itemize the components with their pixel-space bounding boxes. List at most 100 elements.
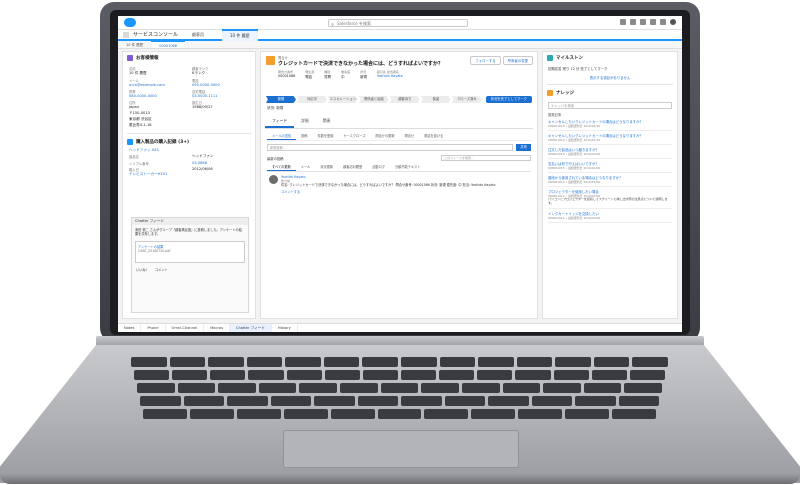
milestone-link[interactable]: 表示する項目がありません xyxy=(543,75,677,80)
publisher-tab[interactable]: メールの送信 xyxy=(267,132,297,140)
feed-search-input[interactable]: このフィードを検索... xyxy=(441,155,531,161)
publisher-tab[interactable]: 問合せ xyxy=(400,132,420,140)
global-search-input[interactable]: ⚲ Salesforce を検索 xyxy=(328,19,468,27)
gear-icon[interactable] xyxy=(650,19,656,25)
post-input[interactable]: 新規投稿... xyxy=(267,144,514,151)
knowledge-label: 推奨記事 xyxy=(548,113,562,118)
keyboard-key xyxy=(143,409,187,419)
publisher-tab[interactable]: 問合せの更新 xyxy=(370,132,399,140)
case-path: 新規 対応中 エスカレーション 関係者と協議 顧客待ち 保留 クローズ済み 状況… xyxy=(266,96,532,103)
keyboard-key xyxy=(401,370,437,380)
feed-filter-row: 最新の投稿 このフィードを検索... xyxy=(267,155,531,161)
feed-type[interactable]: メール xyxy=(296,163,316,171)
comment-button[interactable]: コメント xyxy=(155,267,168,272)
knowledge-article[interactable]: プロジェクターを使用したい場合 000001012 • 最終更新日 2016/0… xyxy=(548,189,672,209)
knowledge-header: ナレッジ xyxy=(543,87,677,99)
app-launcher-icon[interactable] xyxy=(123,31,129,38)
status-line: 状況: 新規 xyxy=(267,106,284,110)
path-step[interactable]: 保留 xyxy=(420,96,451,103)
keyboard-key xyxy=(593,357,630,367)
product-link[interactable]: ヘッドファン 043 xyxy=(129,148,249,153)
path-step[interactable]: 新規 xyxy=(266,96,296,103)
knowledge-icon xyxy=(547,90,553,97)
utility-phone[interactable]: Phone xyxy=(141,323,166,332)
knowledge-article[interactable]: 注文した製品はいつ届きますか？ 000001016 • 最終更新日 2016/0… xyxy=(548,147,672,160)
knowledge-article[interactable]: キャンセルしたいクレジットカードの場合はどうなりますか？ 000001018 •… xyxy=(548,119,672,132)
utility-history[interactable]: History xyxy=(272,323,298,332)
keyboard-key xyxy=(362,370,398,380)
mark-complete-button[interactable]: 状況を完了としてマーク xyxy=(485,96,532,103)
keyboard-key xyxy=(424,409,469,419)
product-link-2[interactable]: テレビストーカーH101 xyxy=(129,172,249,177)
email-link[interactable]: a.iro@example.com xyxy=(129,83,186,87)
record-tabs: フィード 詳細 関連 xyxy=(265,116,533,129)
workspace-subtabs: 10 件 履歴 00001066 xyxy=(118,41,682,49)
avatar[interactable] xyxy=(269,175,278,184)
keyboard-key xyxy=(286,370,322,380)
publisher-tab[interactable]: 件数を登録 xyxy=(313,132,339,140)
keyboard-key xyxy=(591,370,627,380)
salesforce-logo-icon[interactable] xyxy=(124,18,136,27)
star-icon[interactable] xyxy=(620,19,626,25)
nav-item[interactable]: 顧客用 xyxy=(192,32,204,38)
utility-bar: Notes Phone Omni-Channel Macros Chatter … xyxy=(118,323,682,332)
divider xyxy=(547,84,673,86)
subtab-case[interactable]: 00001066 xyxy=(151,41,186,48)
knowledge-article[interactable]: キャンセルしたいクレジットカードの場合はどうなりますか？ 000001019 •… xyxy=(548,133,672,146)
like-button[interactable]: いいね! xyxy=(136,267,147,272)
knowledge-search-input[interactable]: ナレッジを検索 xyxy=(548,102,672,110)
feed-type[interactable]: 状況更新 xyxy=(315,163,338,171)
knowledge-article[interactable]: 普段から使用されている場合はどうなりますか？ 000001014 • 最終更新日… xyxy=(548,175,672,188)
publisher-tab[interactable]: 投稿 xyxy=(296,132,312,140)
feed-type[interactable]: 活動ログ xyxy=(367,163,390,171)
tab-related[interactable]: 関連 xyxy=(316,116,338,128)
home-phone-link[interactable]: 03-0000-1111 xyxy=(192,94,249,98)
utility-chatter[interactable]: Chatter フィード xyxy=(229,323,272,332)
mobile-link[interactable]: 080-0000-0000 xyxy=(129,94,186,98)
keyboard-key xyxy=(618,396,659,406)
avatar[interactable] xyxy=(670,19,676,25)
bell-icon[interactable] xyxy=(660,19,666,25)
share-button[interactable]: 共有 xyxy=(516,144,531,151)
keyboard-key xyxy=(565,409,610,419)
path-step[interactable]: 顧客待ち xyxy=(389,96,420,103)
tab-feed[interactable]: フィード xyxy=(265,116,295,128)
path-step[interactable]: クローズ済み xyxy=(451,96,482,103)
utility-omni-channel[interactable]: Omni-Channel xyxy=(166,323,205,332)
keyboard-key xyxy=(624,383,662,393)
laptop-front-edge xyxy=(0,474,800,484)
sort-dropdown[interactable]: 最新の投稿 xyxy=(267,156,283,161)
publisher-tab[interactable]: ケースクローズ xyxy=(338,132,370,140)
follow-button[interactable]: フォローする xyxy=(470,56,501,65)
comment-link[interactable]: コメントする xyxy=(281,190,495,194)
publisher-tab[interactable]: 電話を掛ける xyxy=(419,132,448,140)
keyboard-key xyxy=(218,383,256,393)
utility-notes[interactable]: Notes xyxy=(118,323,142,332)
path-step[interactable]: 対応中 xyxy=(296,96,327,103)
publisher: 新規投稿... 共有 xyxy=(267,144,531,151)
utility-macros[interactable]: Macros xyxy=(204,323,230,332)
feed-type[interactable]: 分類不能テキスト xyxy=(390,163,425,171)
keyboard-key xyxy=(380,383,419,393)
help-icon[interactable] xyxy=(640,19,646,25)
keyboard-key xyxy=(169,357,206,367)
keyboard-key xyxy=(502,383,541,393)
keyboard-key xyxy=(518,409,563,419)
path-step[interactable]: エスカレーション xyxy=(327,96,358,103)
tab-details[interactable]: 詳細 xyxy=(294,116,316,128)
path-step[interactable]: 関係者と協議 xyxy=(358,96,389,103)
knowledge-article[interactable]: インクカートリッジを交換したい 000001011 • 最終更新日 2016/0… xyxy=(548,211,672,223)
knowledge-article[interactable]: 支払いは何で行えばいいですか？ 000001015 • 最終更新日 2016/0… xyxy=(548,161,672,174)
feed-type[interactable]: すべての更新 xyxy=(267,163,296,171)
mini-attachment[interactable]: アンケートの結果 CASE_20160720.pdf xyxy=(135,241,245,264)
feed-type[interactable]: 顧客応対履歴 xyxy=(338,163,367,171)
subtab-history[interactable]: 10 件 履歴 xyxy=(118,41,151,48)
phone-link[interactable]: 090-0000-0000 xyxy=(192,83,249,87)
nav-tab-active[interactable]: 10 件 履歴 xyxy=(222,28,258,41)
product-record: ヘッドファン 043 製品名 ヘッドファン シリアル番号 S3-0868 購入日 20… xyxy=(123,148,255,177)
milestone-icon xyxy=(547,55,553,61)
keyboard-key xyxy=(515,370,551,380)
keyboard-key xyxy=(236,409,281,419)
change-owner-button[interactable]: 所有者の変更 xyxy=(502,56,533,65)
add-icon[interactable] xyxy=(630,19,636,25)
